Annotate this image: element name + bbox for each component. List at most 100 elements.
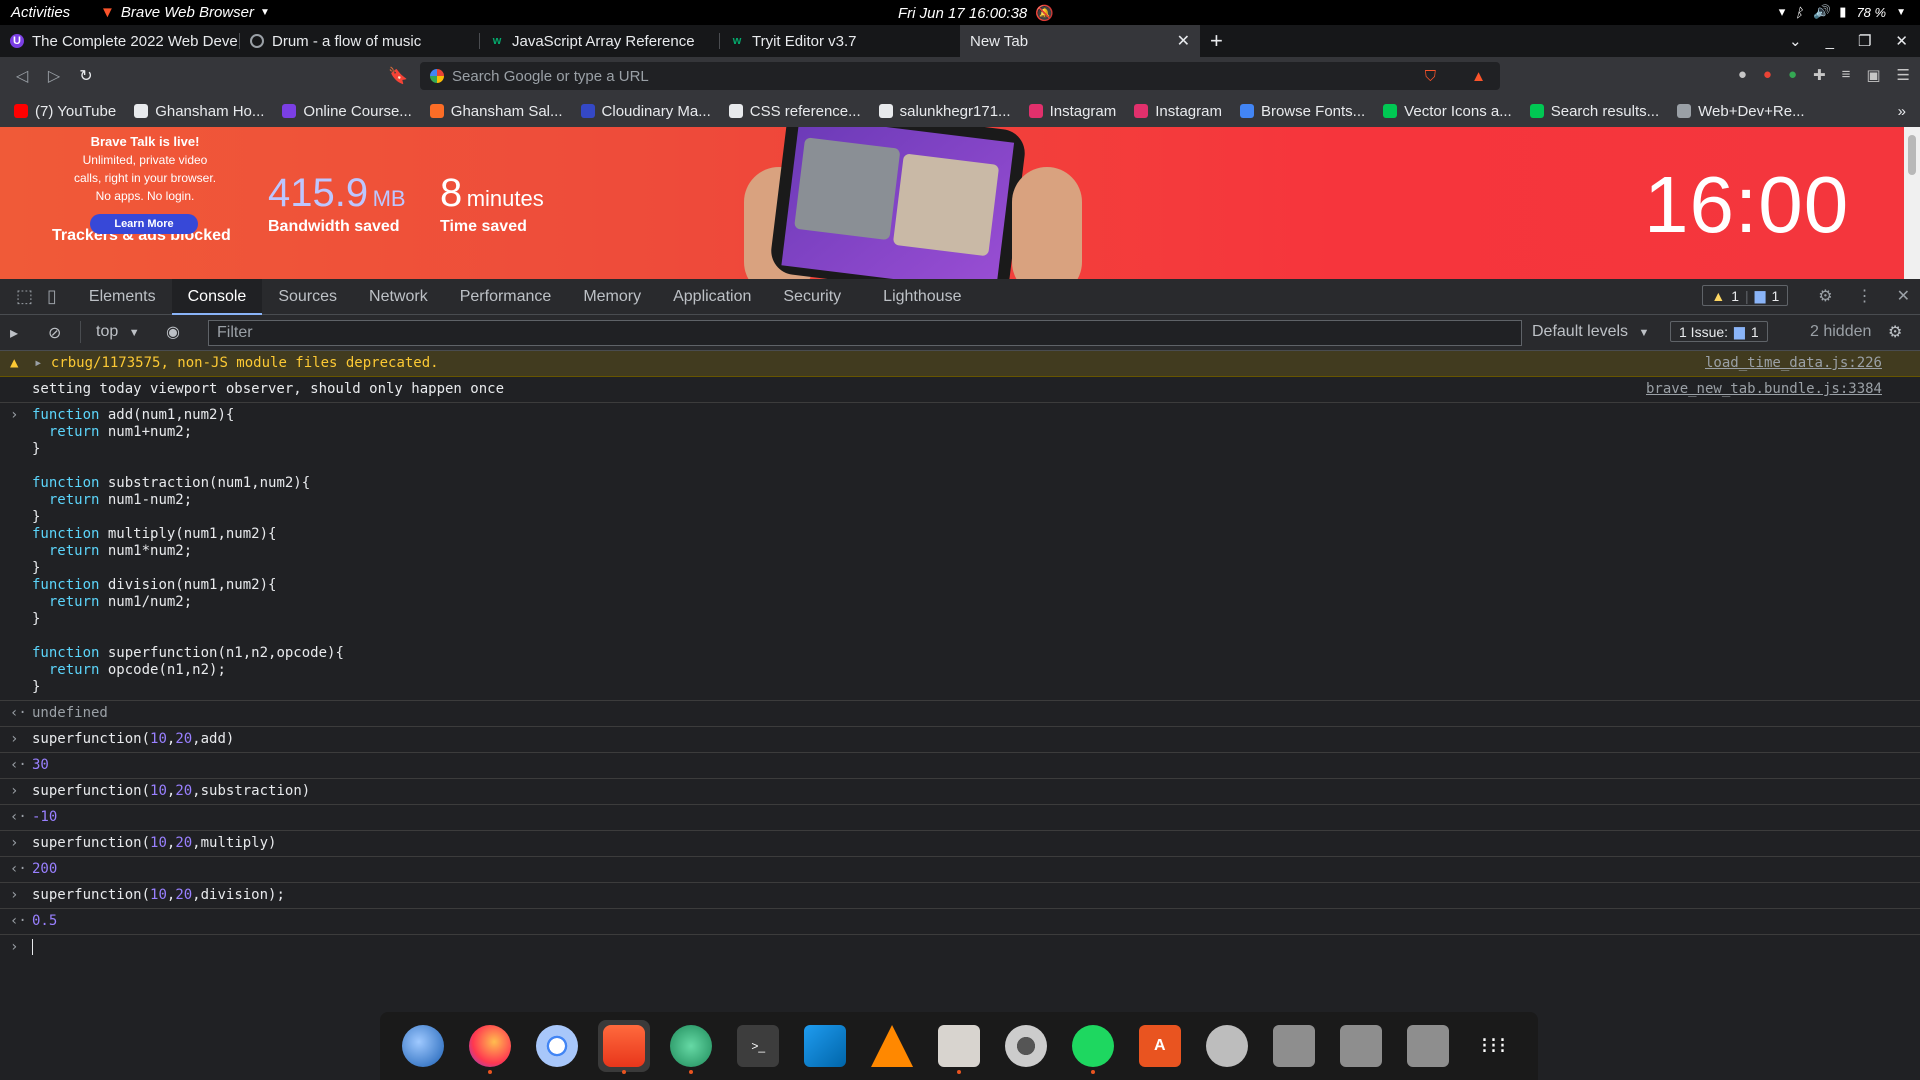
dock-terminal[interactable]: >_	[732, 1020, 784, 1072]
bookmark-label: Web+Dev+Re...	[1698, 102, 1805, 120]
system-tray[interactable]: ▾ ᛒ 🔊 ▮ 78 % ▼	[1779, 4, 1906, 20]
bookmark-item[interactable]: Cloudinary Ma...	[580, 103, 711, 120]
inspect-element-icon[interactable]: ⬚	[16, 286, 33, 307]
tab-sources[interactable]: Sources	[262, 279, 353, 315]
dock-brave[interactable]	[598, 1020, 651, 1074]
close-window-icon[interactable]: ✕	[1895, 32, 1908, 50]
dock-settings[interactable]	[1000, 1020, 1052, 1072]
bookmark-item[interactable]: Instagram	[1028, 103, 1116, 120]
dock-app-center[interactable]: A	[1134, 1020, 1186, 1072]
extension-icon[interactable]: ●	[1738, 66, 1747, 84]
puzzle-icon[interactable]: ✚	[1813, 66, 1826, 84]
address-bar[interactable]: Search Google or type a URL ⛉ ▲	[420, 62, 1500, 90]
dock-show-apps[interactable]: ⁝⁝⁝	[1468, 1020, 1520, 1072]
sidebar-toggle-icon[interactable]: ▸	[10, 323, 18, 343]
extension-icon[interactable]: ●	[1788, 66, 1797, 84]
bookmark-item[interactable]: Online Course...	[282, 103, 412, 120]
dock-disk-b[interactable]	[1335, 1020, 1387, 1072]
dock-vlc[interactable]	[866, 1020, 918, 1072]
live-expression-eye-icon[interactable]: ◉	[166, 322, 180, 342]
close-tab-icon[interactable]: ✕	[1177, 31, 1190, 51]
bookmark-item[interactable]: (7) YouTube	[14, 103, 116, 120]
settings-gear-icon[interactable]: ⚙	[1818, 286, 1832, 306]
page-scrollbar[interactable]	[1904, 127, 1920, 279]
bookmark-label: Ghansham Sal...	[450, 102, 563, 120]
chromium-icon	[536, 1025, 579, 1067]
result-value: 200	[32, 861, 58, 877]
bookmark-item[interactable]: Web+Dev+Re...	[1677, 102, 1805, 120]
console-prompt-row[interactable]: ›	[0, 935, 1920, 960]
brave-shields-icon[interactable]: ⛉	[1425, 68, 1436, 85]
promo-title: Brave Talk is live!	[90, 134, 200, 149]
brave-rewards-icon[interactable]: ▲	[1471, 68, 1486, 85]
tab-memory[interactable]: Memory	[567, 279, 657, 315]
browser-toolbar: ◁ ▷ ↻ 🔖 Search Google or type a URL ⛉ ▲ …	[0, 57, 1920, 95]
tab-performance[interactable]: Performance	[444, 279, 568, 315]
disk-icon	[1272, 1025, 1315, 1067]
learn-more-button[interactable]: Learn More	[90, 214, 198, 234]
bookmark-item[interactable]: Search results...	[1529, 103, 1659, 120]
console-output[interactable]: ▲ ▸ crbug/1173575, non-JS module files d…	[0, 351, 1920, 996]
bookmark-item[interactable]: Instagram	[1134, 103, 1222, 120]
dock-disk-c[interactable]	[1402, 1020, 1454, 1072]
bookmark-item[interactable]: Ghansham Ho...	[134, 103, 264, 120]
activities-button[interactable]: Activities	[11, 4, 70, 21]
app-menu[interactable]: ▼ Brave Web Browser ▼	[100, 4, 270, 21]
dock-vscode[interactable]	[799, 1020, 851, 1072]
back-icon[interactable]: ◁	[6, 66, 38, 86]
extension-icon[interactable]: ●	[1763, 66, 1772, 84]
new-tab-button[interactable]: +	[1200, 25, 1233, 57]
bookmark-item[interactable]: Ghansham Sal...	[429, 102, 563, 120]
browser-tab[interactable]: w Tryit Editor v3.7	[720, 25, 960, 57]
console-settings-gear-icon[interactable]: ⚙	[1888, 322, 1902, 342]
close-devtools-icon[interactable]: ✕	[1897, 286, 1910, 306]
source-link[interactable]: load_time_data.js:226	[1705, 355, 1882, 372]
log-levels-dropdown[interactable]: Default levels ▼	[1532, 323, 1649, 341]
tab-console[interactable]: Console	[171, 278, 263, 315]
bookmark-item[interactable]: salunkhegr171...	[878, 102, 1011, 120]
more-options-icon[interactable]: ⋮	[1857, 286, 1873, 306]
tab-elements[interactable]: Elements	[73, 279, 172, 315]
forward-icon[interactable]: ▷	[38, 66, 70, 86]
dock-firefox[interactable]	[464, 1020, 516, 1074]
tab-search-icon[interactable]: ⌄	[1789, 32, 1802, 50]
clock[interactable]: Fri Jun 17 16:00:38 🔕	[898, 4, 1054, 23]
dock-disk-utility[interactable]	[1201, 1020, 1253, 1072]
minimize-icon[interactable]: _	[1826, 33, 1834, 50]
dock-spotify[interactable]	[1067, 1020, 1119, 1074]
warnings-counter[interactable]: ▲ 1 | ▆ 1	[1702, 285, 1789, 306]
bookmark-label: salunkhegr171...	[899, 102, 1011, 120]
dock-disk-a[interactable]	[1268, 1020, 1320, 1072]
source-link[interactable]: brave_new_tab.bundle.js:3384	[1646, 381, 1882, 398]
browser-tab[interactable]: U The Complete 2022 Web Deve	[0, 25, 240, 57]
console-filter-input[interactable]: Filter	[208, 320, 1522, 346]
bookmark-favicon-icon	[429, 104, 444, 118]
playlist-icon[interactable]: ≡	[1842, 66, 1851, 84]
bookmarks-overflow-icon[interactable]: »	[1898, 103, 1906, 120]
browser-tab[interactable]: Drum - a flow of music	[240, 25, 480, 57]
menu-icon[interactable]: ☰	[1897, 66, 1910, 84]
tab-lighthouse[interactable]: Lighthouse	[867, 279, 977, 315]
wallet-icon[interactable]: ▣	[1866, 66, 1880, 84]
tab-security[interactable]: Security	[767, 279, 857, 315]
reload-icon[interactable]: ↻	[70, 66, 102, 86]
issues-button[interactable]: 1 Issue: ▆ 1	[1670, 321, 1768, 342]
dock-thunderbird[interactable]	[397, 1020, 449, 1072]
dock-files[interactable]	[933, 1020, 985, 1074]
context-selector[interactable]: top ▼	[96, 323, 140, 341]
dock-chromium[interactable]	[531, 1020, 583, 1072]
clear-console-icon[interactable]: ⊘	[48, 323, 61, 343]
hidden-messages-count: 2 hidden	[1810, 323, 1872, 340]
bookmark-item[interactable]: CSS reference...	[728, 103, 861, 120]
expand-triangle-icon[interactable]: ▸	[34, 355, 42, 371]
dock-atom[interactable]	[665, 1020, 717, 1074]
bookmark-icon[interactable]: 🔖	[382, 66, 414, 86]
tab-network[interactable]: Network	[353, 279, 444, 315]
restore-icon[interactable]: ❐	[1858, 32, 1871, 50]
device-toolbar-icon[interactable]: ▯	[47, 286, 57, 307]
browser-tab[interactable]: w JavaScript Array Reference	[480, 25, 720, 57]
bookmark-item[interactable]: Vector Icons a...	[1383, 103, 1512, 120]
browser-tab-active[interactable]: New Tab ✕	[960, 25, 1200, 57]
tab-application[interactable]: Application	[657, 279, 767, 315]
bookmark-item[interactable]: Browse Fonts...	[1239, 103, 1365, 120]
